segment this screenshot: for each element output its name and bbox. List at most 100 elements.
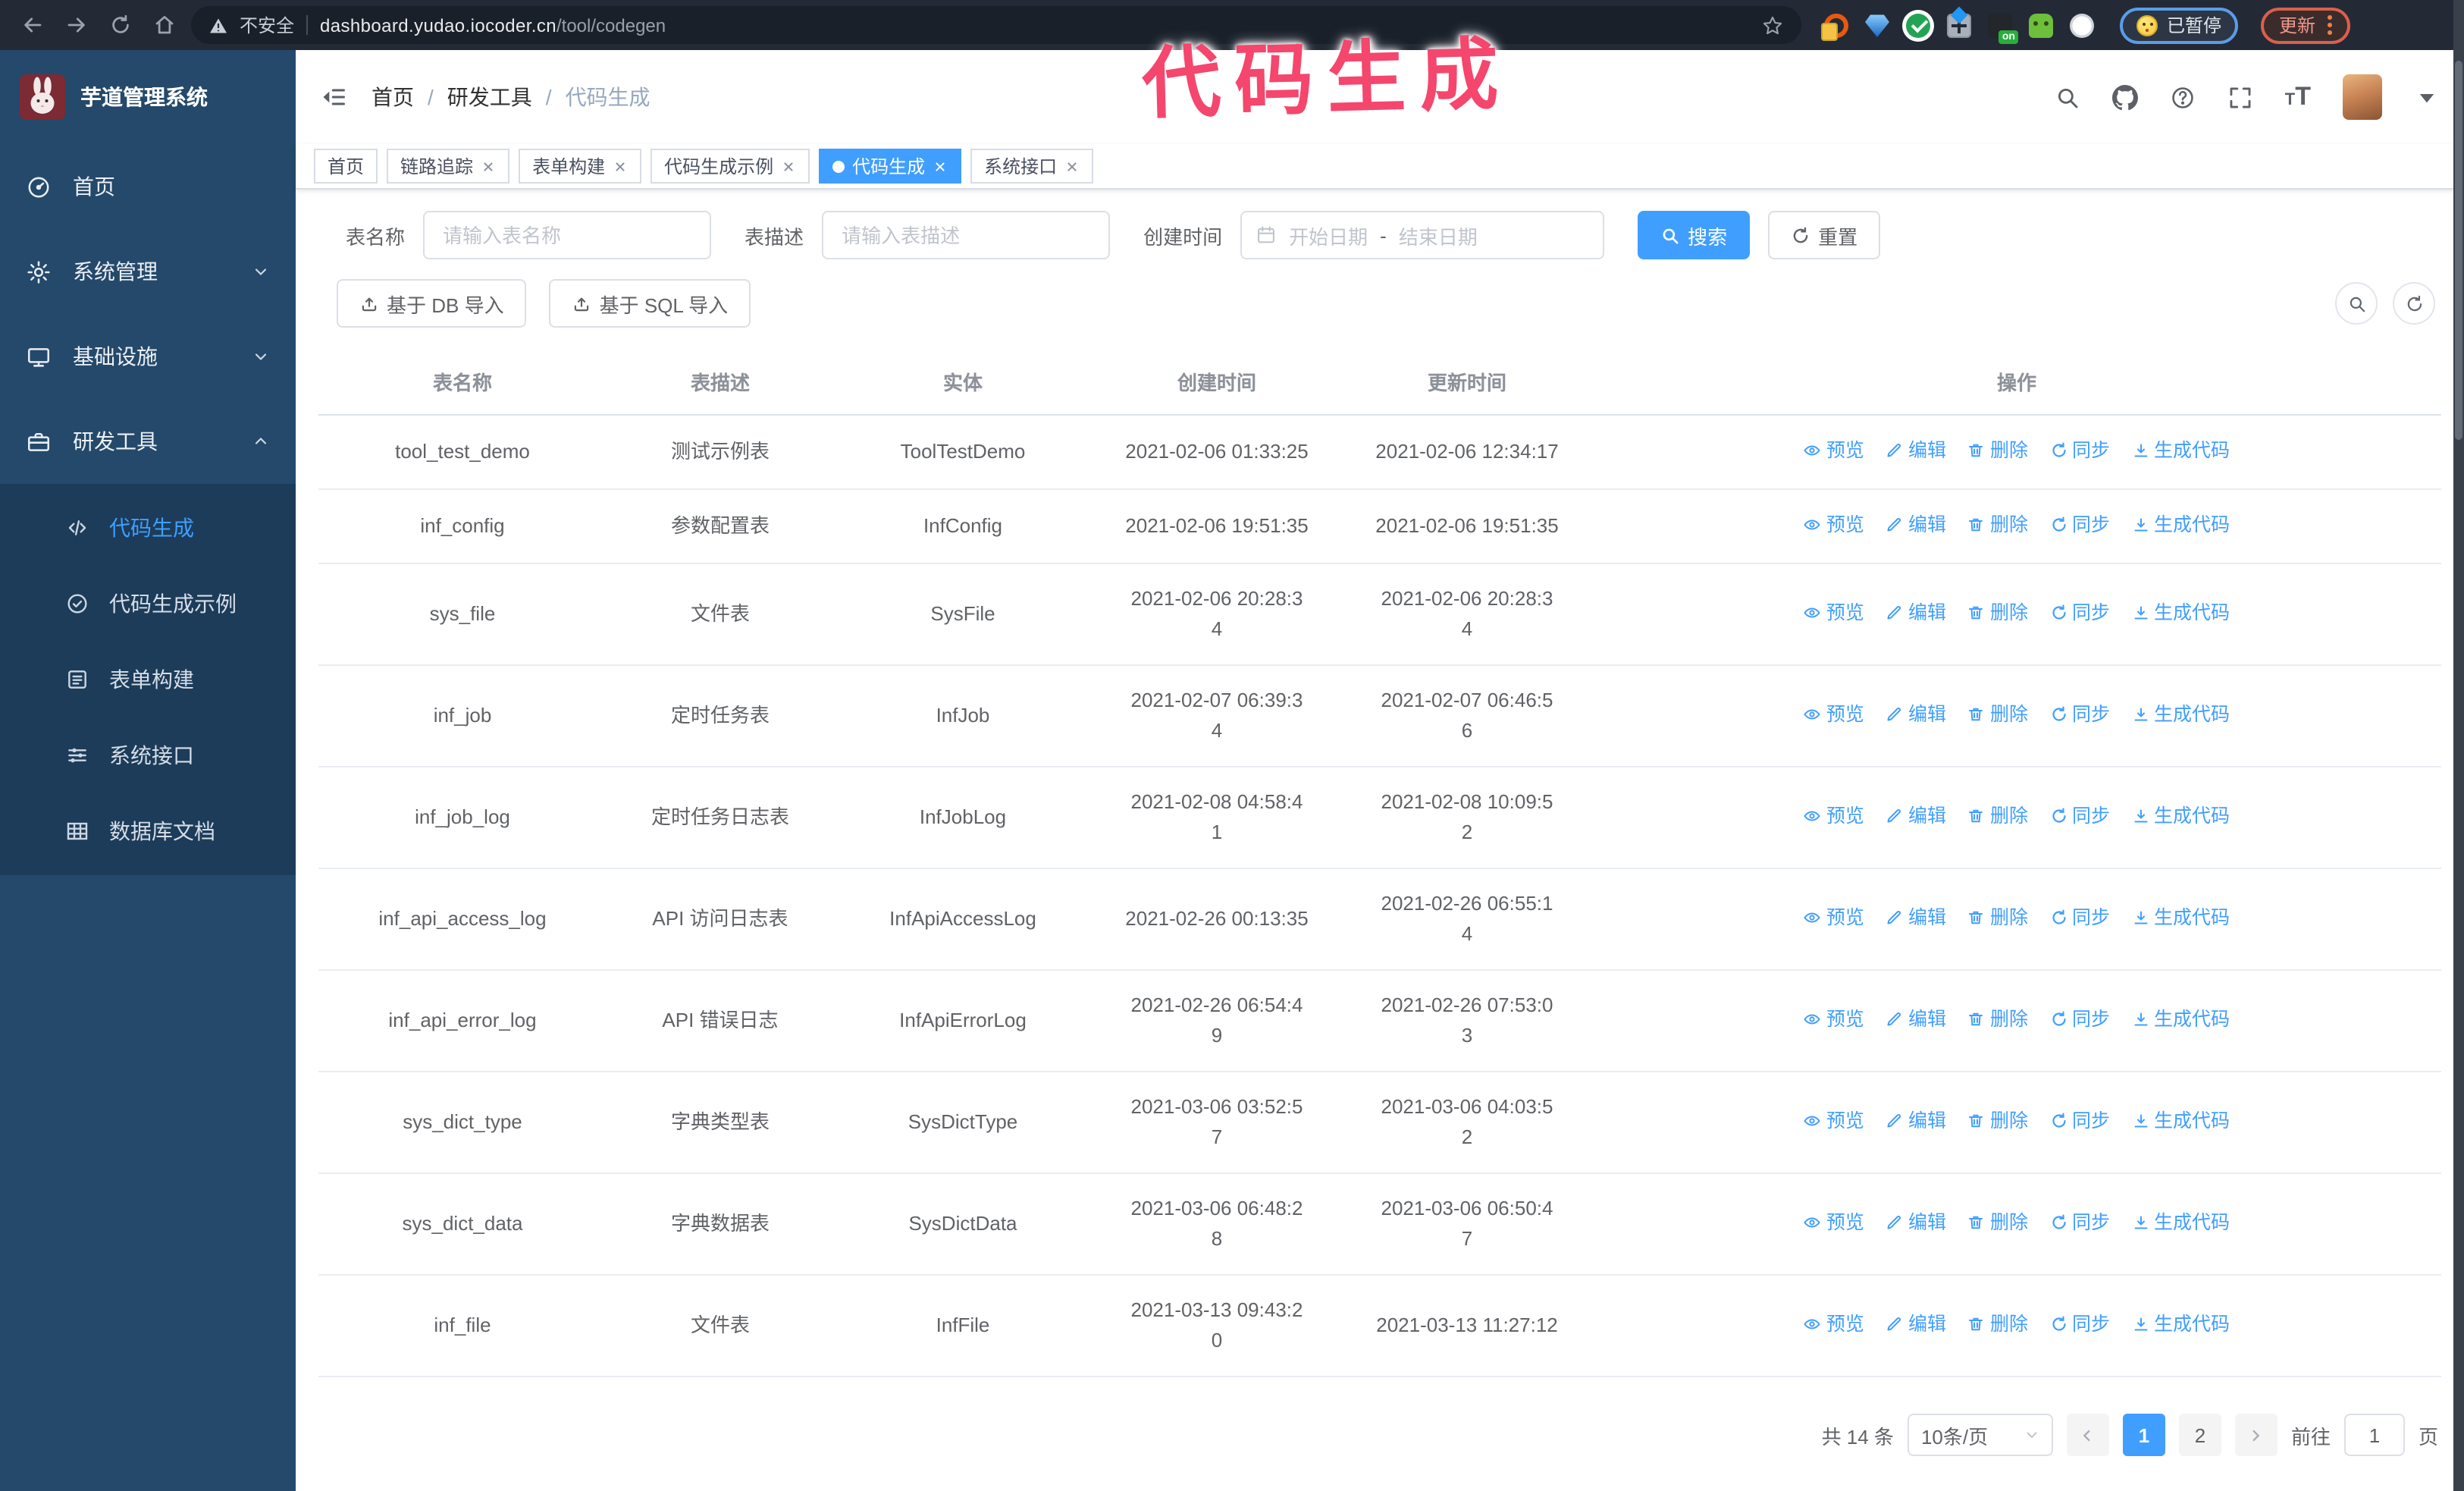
close-icon[interactable]	[1064, 159, 1080, 174]
action-sync-link[interactable]: 同步	[2049, 1207, 2110, 1238]
extension-grid-icon[interactable]	[1947, 13, 1971, 37]
page-button-2[interactable]: 2	[2178, 1414, 2221, 1456]
tab-系统接口[interactable]: 系统接口	[970, 149, 1094, 184]
fullscreen-icon[interactable]	[2227, 84, 2253, 110]
url-bar[interactable]: 不安全 dashboard.yudao.iocoder.cn/tool/code…	[191, 6, 1801, 44]
update-button[interactable]: 更新	[2261, 7, 2351, 43]
home-icon[interactable]	[147, 8, 180, 42]
action-sync-link[interactable]: 同步	[2049, 598, 2110, 628]
sidebar-fold-icon[interactable]	[320, 83, 347, 111]
sidebar-subitem[interactable]: 代码生成示例	[0, 566, 296, 642]
action-edit-link[interactable]: 编辑	[1886, 1309, 1946, 1339]
action-download-link[interactable]: 生成代码	[2131, 1106, 2230, 1136]
action-edit-link[interactable]: 编辑	[1886, 699, 1946, 730]
close-icon[interactable]	[781, 159, 796, 174]
tab-链路追踪[interactable]: 链路追踪	[387, 149, 510, 184]
page-button-1[interactable]: 1	[2122, 1414, 2165, 1456]
action-download-link[interactable]: 生成代码	[2131, 510, 2230, 540]
font-size-icon[interactable]: TT	[2285, 82, 2311, 112]
next-page-button[interactable]	[2234, 1414, 2277, 1456]
forward-icon[interactable]	[59, 8, 92, 42]
action-trash-link[interactable]: 删除	[1967, 902, 2028, 933]
action-download-link[interactable]: 生成代码	[2131, 1309, 2230, 1339]
action-trash-link[interactable]: 删除	[1967, 1004, 2028, 1034]
action-trash-link[interactable]: 删除	[1967, 699, 2028, 730]
extension-on-box-icon[interactable]: on	[1988, 13, 2018, 43]
action-edit-link[interactable]: 编辑	[1886, 801, 1946, 831]
sidebar-item[interactable]: 首页	[0, 144, 296, 229]
action-trash-link[interactable]: 删除	[1967, 510, 2028, 540]
sidebar-subitem[interactable]: 系统接口	[0, 717, 296, 793]
scrollbar-track[interactable]	[2453, 0, 2464, 1491]
sidebar-item[interactable]: 系统管理	[0, 229, 296, 314]
action-sync-link[interactable]: 同步	[2049, 435, 2110, 466]
action-edit-link[interactable]: 编辑	[1886, 1106, 1946, 1136]
reset-button[interactable]: 重置	[1768, 211, 1881, 259]
search-button[interactable]: 搜索	[1638, 211, 1751, 259]
security-label[interactable]: 不安全	[240, 12, 294, 38]
kebab-menu-icon[interactable]	[2328, 15, 2333, 35]
action-sync-link[interactable]: 同步	[2049, 1004, 2110, 1034]
action-eye-link[interactable]: 预览	[1804, 902, 1864, 933]
tab-表单构建[interactable]: 表单构建	[519, 149, 642, 184]
action-download-link[interactable]: 生成代码	[2131, 1207, 2230, 1238]
action-download-link[interactable]: 生成代码	[2131, 1004, 2230, 1034]
action-trash-link[interactable]: 删除	[1967, 1207, 2028, 1238]
close-icon[interactable]	[933, 159, 948, 174]
prev-page-button[interactable]	[2066, 1414, 2109, 1456]
action-trash-link[interactable]: 删除	[1967, 435, 2028, 466]
reload-icon[interactable]	[103, 8, 136, 42]
close-icon[interactable]	[481, 159, 496, 174]
action-download-link[interactable]: 生成代码	[2131, 598, 2230, 628]
action-eye-link[interactable]: 预览	[1804, 1004, 1864, 1034]
refresh-table-icon[interactable]	[2393, 282, 2435, 325]
extension-orange-donut-icon[interactable]	[1821, 13, 1848, 40]
action-edit-link[interactable]: 编辑	[1886, 598, 1946, 628]
sidebar-item[interactable]: 基础设施	[0, 314, 296, 399]
page-size-select[interactable]: 10条/页	[1907, 1414, 2053, 1456]
action-sync-link[interactable]: 同步	[2049, 510, 2110, 540]
action-edit-link[interactable]: 编辑	[1886, 510, 1946, 540]
import-sql-button[interactable]: 基于 SQL 导入	[549, 279, 751, 328]
caret-down-icon[interactable]	[2414, 84, 2440, 110]
extension-blue-gem-icon[interactable]	[1865, 14, 1889, 37]
extension-green-robot-icon[interactable]	[2029, 13, 2053, 37]
action-eye-link[interactable]: 预览	[1804, 1309, 1864, 1339]
action-trash-link[interactable]: 删除	[1967, 1309, 2028, 1339]
action-edit-link[interactable]: 编辑	[1886, 435, 1946, 466]
paused-badge[interactable]: 已暂停	[2120, 7, 2239, 43]
sidebar-item[interactable]: 研发工具	[0, 399, 296, 484]
breadcrumb-tools[interactable]: 研发工具	[447, 82, 532, 112]
action-sync-link[interactable]: 同步	[2049, 1106, 2110, 1136]
action-trash-link[interactable]: 删除	[1967, 1106, 2028, 1136]
bookmark-star-icon[interactable]	[1762, 14, 1783, 36]
action-trash-link[interactable]: 删除	[1967, 598, 2028, 628]
action-sync-link[interactable]: 同步	[2049, 1309, 2110, 1339]
action-download-link[interactable]: 生成代码	[2131, 699, 2230, 730]
app-logo[interactable]: 芋道管理系统	[0, 50, 296, 144]
url-text[interactable]: dashboard.yudao.iocoder.cn/tool/codegen	[320, 14, 666, 36]
extension-green-check-icon[interactable]	[1906, 13, 1930, 37]
breadcrumb-home[interactable]: 首页	[371, 82, 414, 112]
search-icon[interactable]	[2055, 84, 2080, 110]
sidebar-subitem[interactable]: 表单构建	[0, 642, 296, 717]
action-eye-link[interactable]: 预览	[1804, 801, 1864, 831]
action-trash-link[interactable]: 删除	[1967, 801, 2028, 831]
action-edit-link[interactable]: 编辑	[1886, 1004, 1946, 1034]
action-sync-link[interactable]: 同步	[2049, 902, 2110, 933]
tab-代码生成[interactable]: 代码生成	[819, 149, 962, 184]
action-download-link[interactable]: 生成代码	[2131, 902, 2230, 933]
goto-page-input[interactable]	[2343, 1414, 2405, 1456]
action-edit-link[interactable]: 编辑	[1886, 902, 1946, 933]
action-edit-link[interactable]: 编辑	[1886, 1207, 1946, 1238]
action-eye-link[interactable]: 预览	[1804, 1207, 1864, 1238]
tab-代码生成示例[interactable]: 代码生成示例	[650, 149, 810, 184]
scrollbar-thumb[interactable]	[2455, 61, 2462, 440]
back-icon[interactable]	[15, 8, 49, 42]
close-icon[interactable]	[613, 159, 628, 174]
action-eye-link[interactable]: 预览	[1804, 1106, 1864, 1136]
date-range-picker[interactable]: 开始日期 - 结束日期	[1240, 211, 1605, 259]
import-db-button[interactable]: 基于 DB 导入	[337, 279, 527, 328]
action-sync-link[interactable]: 同步	[2049, 699, 2110, 730]
github-icon[interactable]	[2111, 84, 2138, 110]
